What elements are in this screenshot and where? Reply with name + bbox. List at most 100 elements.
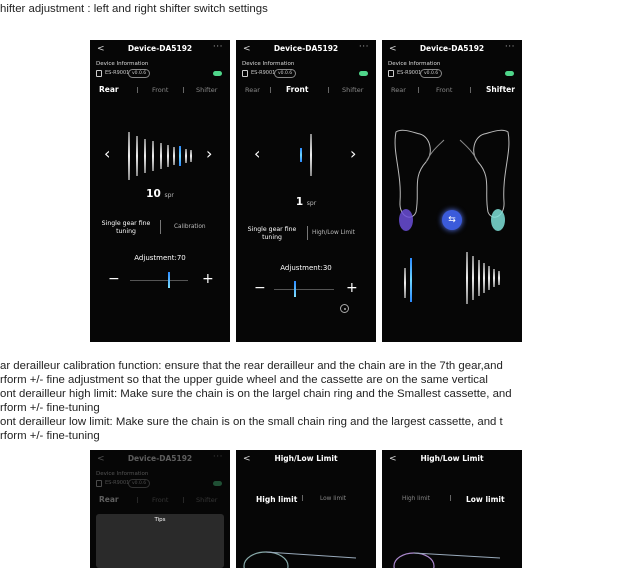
swap-shifters-button[interactable]: ⇆	[442, 210, 462, 230]
doc-para-low-limit: ont derailleur low limit: Make sure the …	[0, 416, 503, 428]
device-icon	[96, 70, 102, 77]
prev-gear-arrow[interactable]: ‹	[254, 144, 260, 163]
tab-divider	[137, 497, 138, 503]
device-icon	[388, 70, 394, 77]
locate-icon[interactable]	[340, 304, 349, 313]
tab-divider	[270, 87, 271, 93]
version-badge: v0.0.6	[274, 69, 297, 78]
device-model: ES-R9001	[397, 70, 422, 76]
version-badge: v0.0.6	[128, 479, 151, 488]
tab-rear[interactable]: Rear	[245, 86, 260, 94]
tab-divider	[137, 87, 138, 93]
tips-title: Tips	[154, 517, 166, 523]
device-icon	[96, 480, 102, 487]
doc-heading: hifter adjustment : left and right shift…	[0, 3, 268, 15]
tips-dialog: Tips	[96, 514, 224, 568]
connection-toggle[interactable]	[359, 71, 368, 76]
next-gear-arrow[interactable]: ›	[206, 144, 212, 163]
tab-front[interactable]: Front	[286, 85, 308, 94]
device-model: ES-R9001	[251, 70, 276, 76]
tab-divider	[183, 497, 184, 503]
tab-divider	[302, 495, 303, 501]
phone-high-limit: < High/Low Limit High limit Low limit	[236, 450, 376, 568]
tab-high-limit[interactable]: High limit	[402, 496, 430, 502]
version-badge: v0.0.6	[420, 69, 443, 78]
limit-title: High/Low Limit	[274, 454, 338, 463]
tab-divider	[450, 495, 451, 501]
prev-gear-arrow[interactable]: ‹	[104, 144, 110, 163]
tab-divider	[328, 87, 329, 93]
device-title: Device-DA5192	[127, 454, 193, 463]
shifter-hoods-graphic	[394, 129, 510, 231]
single-gear-fine-tuning-option[interactable]: Single gear fine tuning	[96, 220, 156, 236]
version-badge: v0.0.6	[128, 69, 151, 78]
phone-shifter: < Device-DA5192 ··· Device Information E…	[382, 40, 522, 342]
tab-rear: Rear	[99, 495, 119, 504]
more-icon[interactable]: ···	[359, 42, 369, 52]
connection-toggle	[213, 481, 222, 486]
option-divider	[160, 220, 161, 234]
connection-toggle[interactable]	[213, 71, 222, 76]
adjustment-label: Adjustment:70	[134, 254, 186, 262]
device-title: Device-DA5192	[127, 44, 193, 53]
more-icon[interactable]: ···	[213, 42, 223, 52]
tab-shifter: Shifter	[196, 496, 218, 504]
more-icon[interactable]: ···	[505, 42, 515, 52]
limit-title: High/Low Limit	[420, 454, 484, 463]
adjustment-slider-track[interactable]	[274, 289, 334, 290]
tab-shifter[interactable]: Shifter	[486, 85, 515, 94]
doc-para-rear-calibration: ar derailleur calibration function: ensu…	[0, 360, 503, 372]
tab-divider	[470, 87, 471, 93]
adjustment-slider-knob[interactable]	[294, 281, 296, 297]
adjustment-slider-track[interactable]	[130, 280, 188, 281]
tab-shifter[interactable]: Shifter	[342, 86, 363, 94]
tab-low-limit[interactable]: Low limit	[320, 496, 346, 502]
adjustment-slider-knob[interactable]	[168, 272, 170, 288]
minus-button[interactable]: −	[108, 271, 120, 287]
tab-front[interactable]: Front	[152, 86, 168, 94]
chain-graphic	[243, 551, 357, 568]
next-gear-arrow[interactable]: ›	[350, 144, 356, 163]
tab-low-limit[interactable]: Low limit	[466, 495, 505, 504]
tab-rear[interactable]: Rear	[99, 85, 119, 94]
tab-front[interactable]: Front	[436, 86, 452, 94]
device-info-label: Device Information	[96, 471, 149, 477]
tab-divider	[183, 87, 184, 93]
calibration-option[interactable]: Calibration	[174, 224, 206, 230]
single-gear-fine-tuning-option[interactable]: Single gear fine tuning	[240, 226, 304, 242]
spr-unit: spr	[164, 192, 174, 199]
high-low-limit-option[interactable]: High/Low Limit	[312, 230, 355, 236]
spr-number: 10	[146, 188, 161, 200]
phone-low-limit: < High/Low Limit High limit Low limit	[382, 450, 522, 568]
device-info-label: Device Information	[242, 61, 295, 67]
chain-graphic	[393, 552, 501, 568]
doc-para-low-limit-cont: rform +/- fine-tuning	[0, 430, 100, 442]
device-model: ES-R9001	[105, 480, 130, 486]
phone-tips: < Device-DA5192 ··· Device Information E…	[90, 450, 230, 568]
connection-toggle[interactable]	[505, 71, 514, 76]
spr-value: 10 spr	[90, 188, 230, 200]
device-info-label: Device Information	[388, 61, 441, 67]
tab-shifter[interactable]: Shifter	[196, 86, 217, 94]
tab-front: Front	[152, 496, 169, 504]
plus-button[interactable]: +	[202, 271, 214, 287]
adjustment-label: Adjustment:30	[280, 264, 332, 272]
spr-number: 1	[295, 196, 304, 208]
tab-rear[interactable]: Rear	[391, 86, 406, 94]
phone-rear: < Device-DA5192 ··· Device Information E…	[90, 40, 230, 342]
device-title: Device-DA5192	[273, 44, 339, 53]
phone-front: < Device-DA5192 ··· Device Information E…	[236, 40, 376, 342]
plus-button[interactable]: +	[346, 280, 358, 296]
tab-divider	[418, 87, 419, 93]
device-info-label: Device Information	[96, 61, 149, 67]
option-divider	[307, 226, 308, 240]
device-title: Device-DA5192	[419, 44, 485, 53]
device-icon	[242, 70, 248, 77]
doc-para-high-limit-cont: rform +/- fine-tuning	[0, 402, 100, 414]
device-model: ES-R9001	[105, 70, 130, 76]
tab-high-limit[interactable]: High limit	[256, 495, 297, 504]
spr-value: 1 spr	[236, 196, 376, 208]
doc-para-rear-calibration-cont: rform +/- fine adjustment so that the up…	[0, 374, 488, 386]
doc-para-high-limit: ont derailleur high limit: Make sure the…	[0, 388, 512, 400]
minus-button[interactable]: −	[254, 280, 266, 296]
